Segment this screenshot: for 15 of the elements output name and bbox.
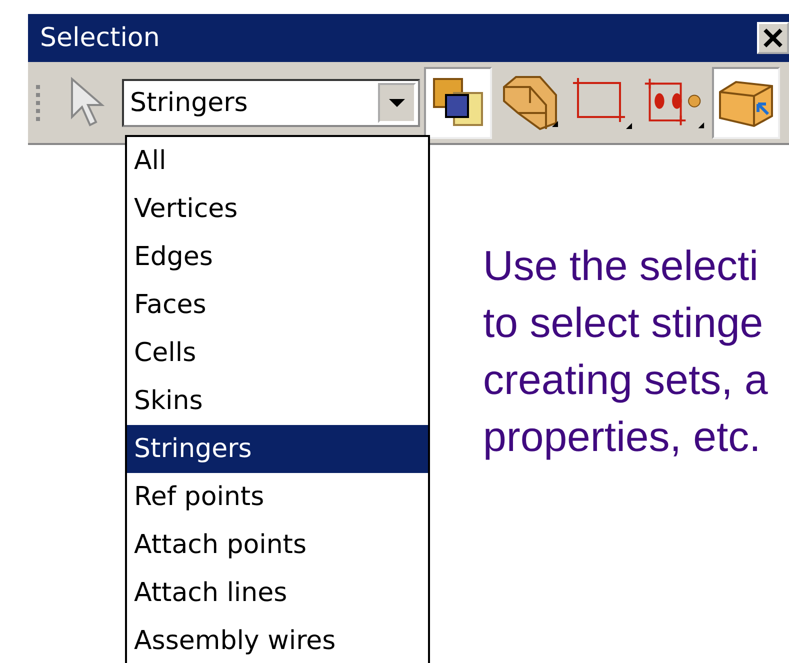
note-text-line: creating sets, a <box>483 355 769 405</box>
selection-filter-combo[interactable]: Stringers <box>122 78 420 126</box>
dropdown-button[interactable] <box>378 82 416 122</box>
tool-button[interactable] <box>424 66 492 138</box>
tool-button[interactable] <box>712 66 780 138</box>
note-text-line: to select stinge <box>483 298 764 348</box>
window-title: Selection <box>40 23 160 53</box>
close-icon <box>762 27 784 49</box>
grip-icon <box>34 82 42 122</box>
note-text-line: Use the selecti <box>483 241 760 291</box>
combo-value: Stringers <box>129 88 248 118</box>
caret-icon <box>387 96 407 108</box>
close-button[interactable] <box>757 22 789 54</box>
note-text-line: properties, etc. <box>483 412 762 462</box>
dropdown-option[interactable]: Stringers <box>127 425 428 473</box>
